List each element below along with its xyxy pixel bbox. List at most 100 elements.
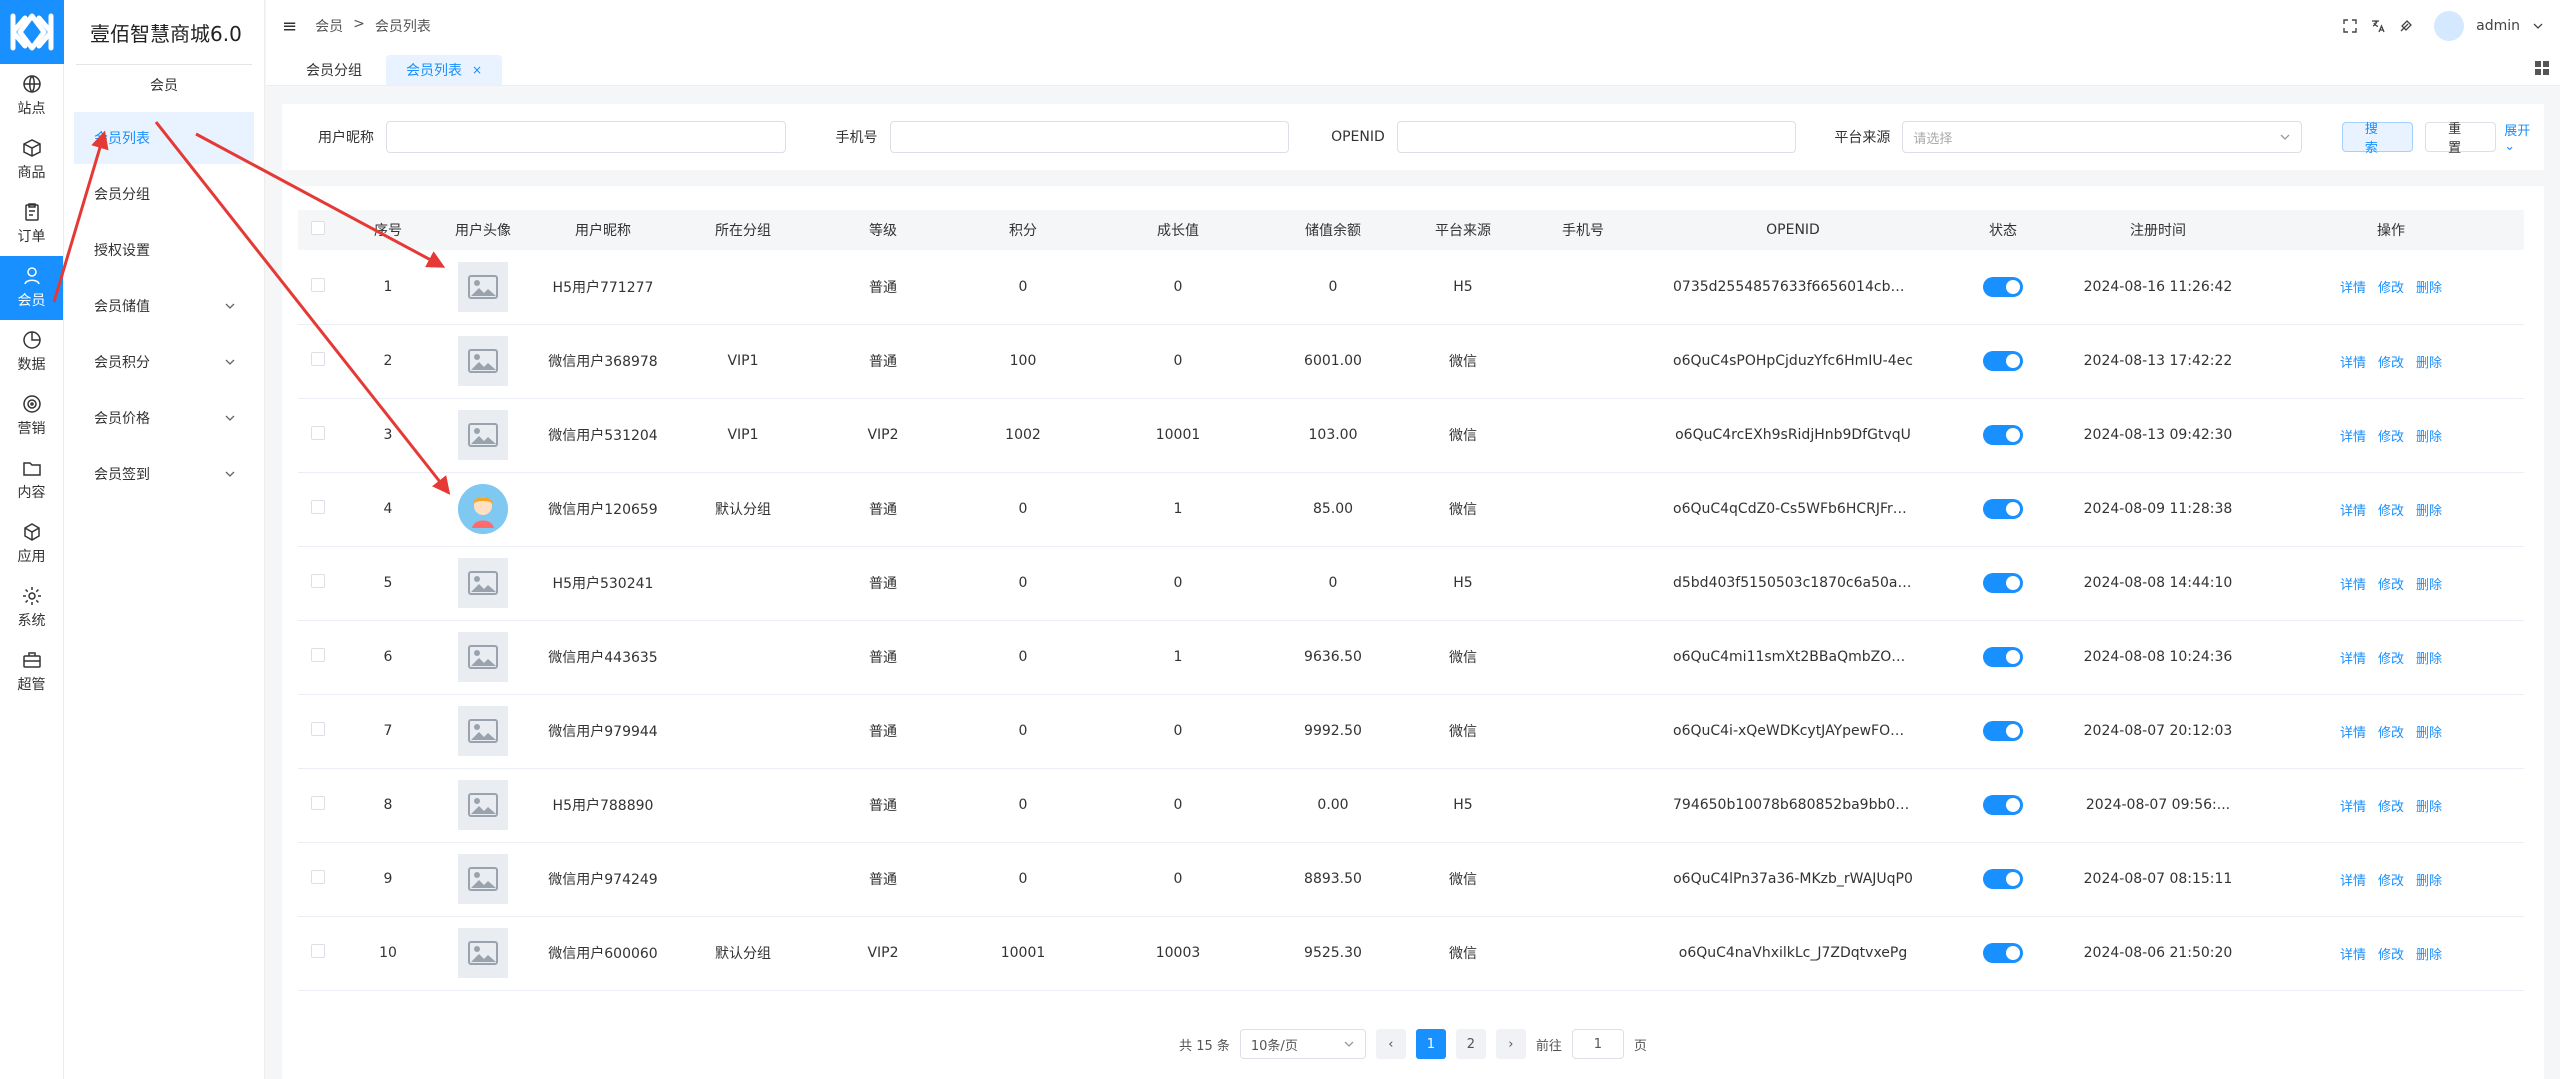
- detail-link[interactable]: 详情: [2340, 948, 2366, 963]
- row-checkbox[interactable]: [311, 574, 325, 588]
- status-toggle[interactable]: [1983, 499, 2023, 519]
- delete-link[interactable]: 删除: [2416, 800, 2442, 815]
- phone-input[interactable]: [889, 121, 1290, 153]
- cell-phone: [1528, 768, 1638, 842]
- row-checkbox[interactable]: [311, 870, 325, 884]
- delete-link[interactable]: 删除: [2416, 281, 2442, 296]
- detail-link[interactable]: 详情: [2340, 578, 2366, 593]
- cell-phone: [1528, 620, 1638, 694]
- status-toggle[interactable]: [1983, 276, 2023, 297]
- side-item-member-checkin[interactable]: 会员签到: [74, 448, 254, 500]
- user-name[interactable]: admin: [2476, 18, 2520, 34]
- rail-item-0[interactable]: 站点: [0, 64, 63, 128]
- rail-item-9[interactable]: 超管: [0, 640, 63, 704]
- edit-link[interactable]: 修改: [2378, 281, 2404, 296]
- prev-page-button[interactable]: ‹: [1375, 1029, 1406, 1059]
- rail-item-4[interactable]: 数据: [0, 320, 63, 384]
- openid-input[interactable]: [1396, 121, 1797, 153]
- edit-link[interactable]: 修改: [2378, 726, 2404, 741]
- side-item-member-group[interactable]: 会员分组: [74, 168, 254, 220]
- side-item-member-stored-value[interactable]: 会员储值: [74, 280, 254, 332]
- delete-link[interactable]: 删除: [2416, 726, 2442, 741]
- breadcrumb-item[interactable]: 会员: [315, 16, 343, 36]
- tab-member-list[interactable]: 会员列表 ×: [386, 55, 503, 85]
- delete-link[interactable]: 删除: [2416, 356, 2442, 371]
- delete-link[interactable]: 删除: [2416, 652, 2442, 667]
- rail-item-6[interactable]: 内容: [0, 448, 63, 512]
- status-toggle[interactable]: [1983, 573, 2023, 593]
- tab-member-group[interactable]: 会员分组: [286, 55, 382, 85]
- chevron-down-icon[interactable]: [2532, 20, 2544, 32]
- detail-link[interactable]: 详情: [2340, 800, 2366, 815]
- edit-link[interactable]: 修改: [2378, 430, 2404, 445]
- status-toggle[interactable]: [1983, 721, 2023, 741]
- page-button-1[interactable]: 1: [1415, 1029, 1446, 1059]
- status-toggle[interactable]: [1983, 351, 2023, 371]
- close-icon[interactable]: ×: [472, 63, 482, 77]
- edit-link[interactable]: 修改: [2378, 652, 2404, 667]
- detail-link[interactable]: 详情: [2340, 430, 2366, 445]
- status-toggle[interactable]: [1983, 795, 2023, 815]
- edit-link[interactable]: 修改: [2378, 800, 2404, 815]
- delete-link[interactable]: 删除: [2416, 504, 2442, 519]
- edit-link[interactable]: 修改: [2378, 948, 2404, 963]
- theme-icon[interactable]: [2398, 18, 2414, 34]
- row-checkbox[interactable]: [311, 648, 325, 662]
- rail-item-7[interactable]: 应用: [0, 512, 63, 576]
- detail-link[interactable]: 详情: [2340, 726, 2366, 741]
- status-toggle[interactable]: [1983, 425, 2023, 445]
- side-item-member-points[interactable]: 会员积分: [74, 336, 254, 388]
- menu-toggle-icon[interactable]: ≡: [282, 16, 297, 37]
- delete-link[interactable]: 删除: [2416, 578, 2442, 593]
- delete-link[interactable]: 删除: [2416, 430, 2442, 445]
- cell-openid: d5bd403f5150503c1870c6a50aba2...: [1638, 546, 1948, 620]
- cell-openid: o6QuC4sPOHpCjduzYfc6HmIU-4ec: [1638, 324, 1948, 398]
- goto-page-input[interactable]: 1: [1571, 1029, 1624, 1059]
- detail-link[interactable]: 详情: [2340, 874, 2366, 889]
- row-checkbox[interactable]: [311, 722, 325, 736]
- row-checkbox[interactable]: [311, 277, 325, 292]
- translate-icon[interactable]: [2370, 18, 2386, 34]
- reset-button[interactable]: 重置: [2425, 122, 2497, 156]
- row-checkbox[interactable]: [311, 426, 325, 440]
- delete-link[interactable]: 删除: [2416, 948, 2442, 963]
- rail-item-1[interactable]: 商品: [0, 128, 63, 192]
- edit-link[interactable]: 修改: [2378, 504, 2404, 519]
- side-item-member-price[interactable]: 会员价格: [74, 392, 254, 444]
- row-checkbox[interactable]: [311, 796, 325, 810]
- status-toggle[interactable]: [1983, 869, 2023, 889]
- edit-link[interactable]: 修改: [2378, 578, 2404, 593]
- status-toggle[interactable]: [1983, 943, 2023, 963]
- side-item-member-list[interactable]: 会员列表: [74, 112, 254, 164]
- search-button[interactable]: 搜索: [2341, 122, 2414, 156]
- side-item-auth-settings[interactable]: 授权设置: [74, 224, 254, 276]
- detail-link[interactable]: 详情: [2340, 356, 2366, 371]
- detail-link[interactable]: 详情: [2340, 652, 2366, 667]
- edit-link[interactable]: 修改: [2378, 356, 2404, 371]
- row-checkbox[interactable]: [311, 352, 325, 366]
- next-page-button[interactable]: ›: [1495, 1029, 1526, 1059]
- platform-select[interactable]: 请选择: [1902, 121, 2302, 153]
- page-button-2[interactable]: 2: [1455, 1029, 1486, 1059]
- module-title: 会员: [76, 64, 252, 94]
- rail-item-2[interactable]: 订单: [0, 192, 63, 256]
- select-all-checkbox[interactable]: [311, 221, 325, 235]
- row-checkbox[interactable]: [311, 944, 325, 958]
- detail-link[interactable]: 详情: [2340, 504, 2366, 519]
- grid-icon[interactable]: [2534, 60, 2550, 76]
- edit-link[interactable]: 修改: [2378, 874, 2404, 889]
- rail-item-5[interactable]: 营销: [0, 384, 63, 448]
- expand-link[interactable]: 展开 ⌄: [2504, 120, 2544, 154]
- nickname-input[interactable]: [386, 121, 786, 153]
- rail-item-8[interactable]: 系统: [0, 576, 63, 640]
- delete-link[interactable]: 删除: [2416, 874, 2442, 889]
- user-avatar[interactable]: [2434, 11, 2465, 41]
- rail-item-3[interactable]: 会员: [0, 256, 63, 320]
- fullscreen-icon[interactable]: [2342, 18, 2358, 34]
- page-size-select[interactable]: 10条/页: [1239, 1029, 1366, 1059]
- logo[interactable]: [0, 0, 64, 64]
- detail-link[interactable]: 详情: [2340, 281, 2366, 296]
- status-toggle[interactable]: [1983, 647, 2023, 667]
- cell-balance: 85.00: [1312, 501, 1354, 517]
- row-checkbox[interactable]: [311, 500, 325, 514]
